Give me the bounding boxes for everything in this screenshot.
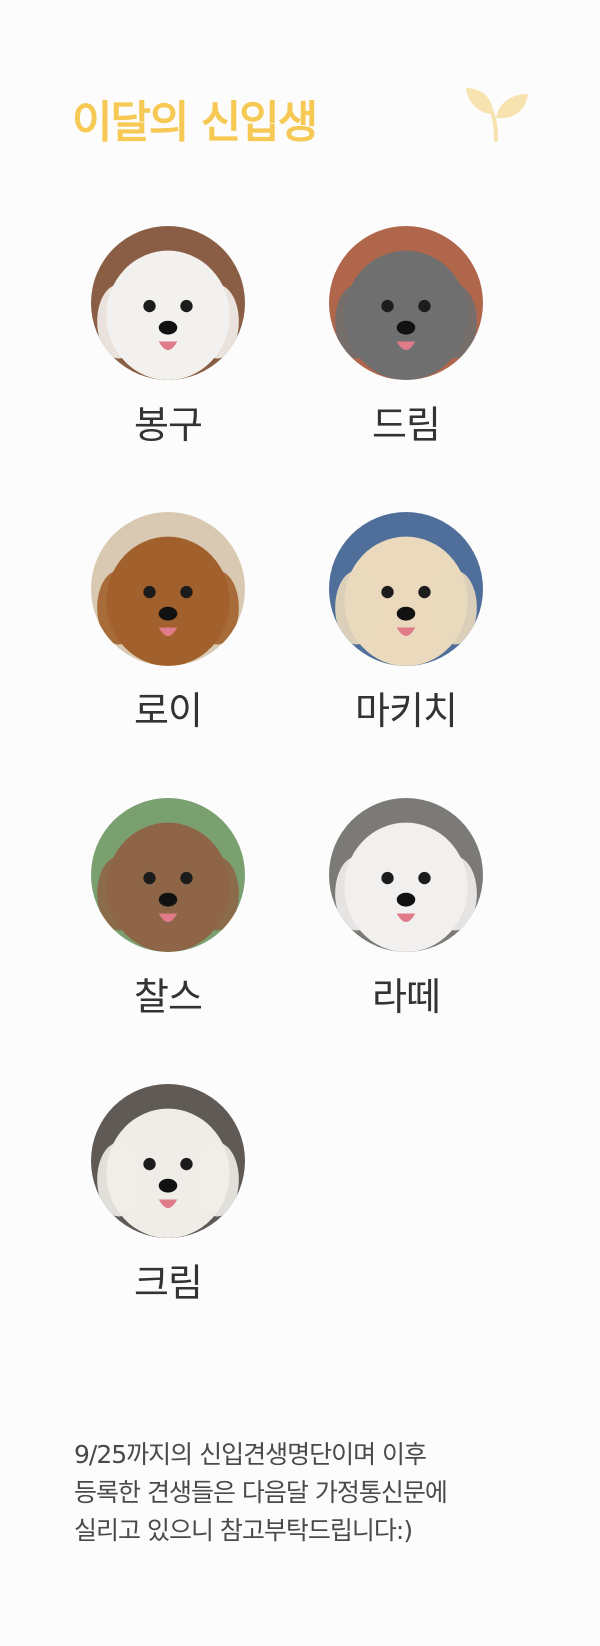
dog-card: 마키치 bbox=[326, 512, 486, 735]
dog-name: 드림 bbox=[372, 403, 441, 447]
dog-card: 라떼 bbox=[326, 798, 486, 1021]
dog-card: 크림 bbox=[88, 1084, 248, 1307]
dog-name: 로이 bbox=[134, 689, 203, 733]
dog-name: 크림 bbox=[134, 1261, 203, 1305]
dog-name: 마키치 bbox=[355, 689, 458, 733]
gray-poodle-photo bbox=[329, 226, 483, 380]
dog-card: 찰스 bbox=[88, 798, 248, 1021]
dog-name: 라떼 bbox=[372, 975, 441, 1019]
notice-line: 실리고 있으니 참고부탁드립니다:) bbox=[74, 1516, 413, 1545]
dog-card: 드림 bbox=[326, 226, 486, 449]
brown-spaniel-photo bbox=[91, 512, 245, 666]
dog-name: 찰스 bbox=[134, 975, 203, 1019]
notice-line: 등록한 견생들은 다음달 가정통신문에 bbox=[74, 1478, 448, 1507]
dog-card: 봉구 bbox=[88, 226, 248, 449]
cream-cocker-spaniel-photo bbox=[329, 512, 483, 666]
brown-poodle-photo bbox=[91, 798, 245, 952]
white-bichon-photo bbox=[329, 798, 483, 952]
new-dogs-grid: 봉구 드림로이 마키치찰스 라떼크림 bbox=[0, 0, 600, 1400]
notice-line: 9/25까지의 신입견생명단이며 이후 bbox=[74, 1440, 427, 1469]
white-maltese-photo bbox=[91, 1084, 245, 1238]
dog-card: 로이 bbox=[88, 512, 248, 735]
white-bichon-photo bbox=[91, 226, 245, 380]
notice-text: 9/25까지의 신입견생명단이며 이후 등록한 견생들은 다음달 가정통신문에 … bbox=[74, 1436, 544, 1550]
dog-name: 봉구 bbox=[134, 403, 203, 447]
